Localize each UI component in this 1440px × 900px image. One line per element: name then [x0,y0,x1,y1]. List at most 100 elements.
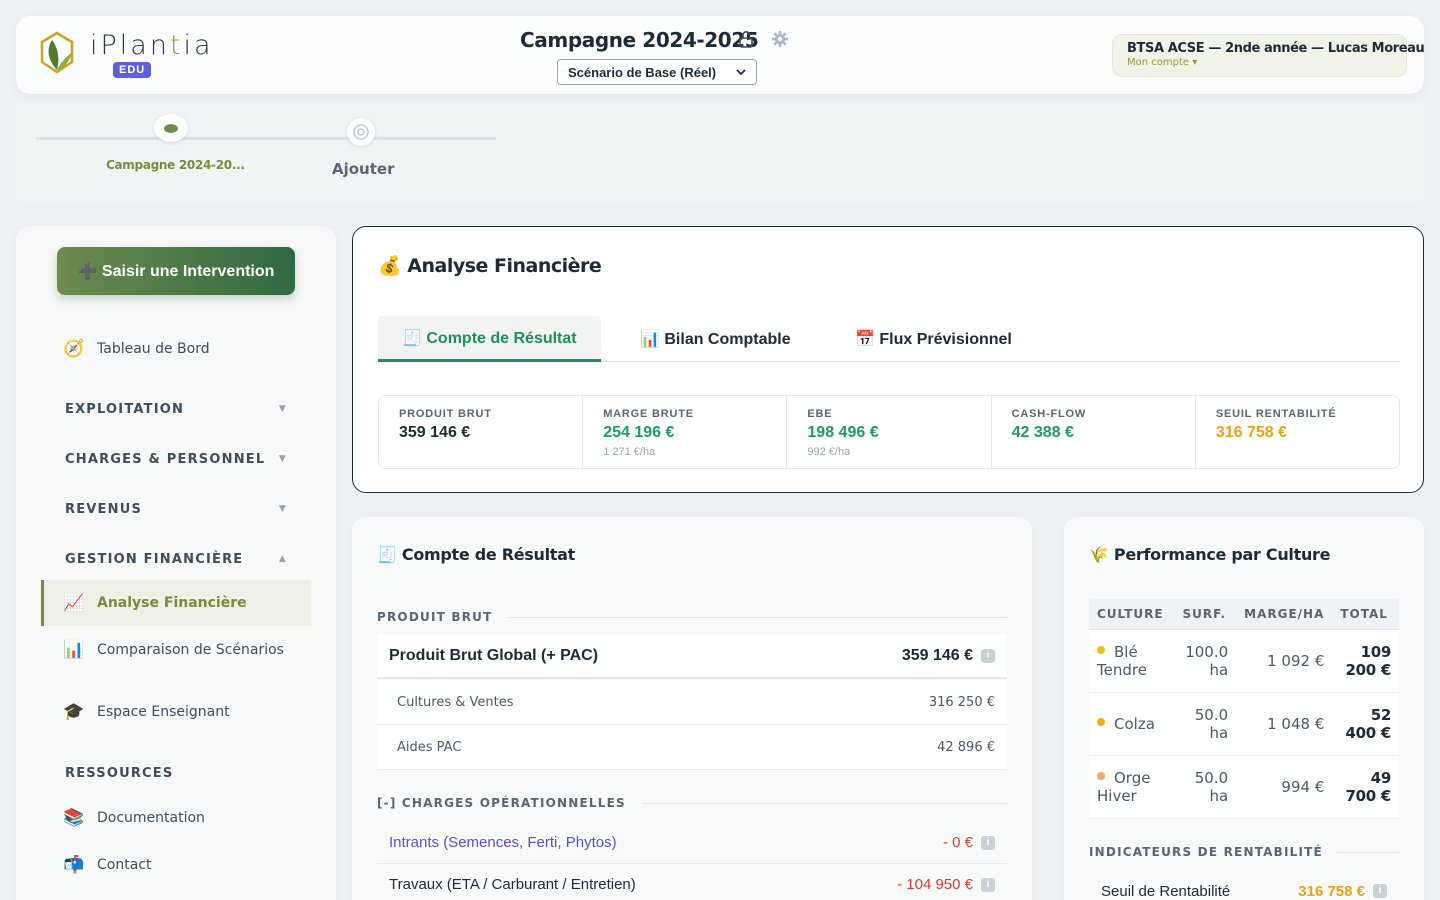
tab-compte-resultat[interactable]: 🧾 Compte de Résultat [378,316,601,362]
sidebar-item-enseignant[interactable]: 🎓 Espace Enseignant [41,689,311,735]
chart-up-icon: 📈 [63,593,85,613]
campaign-title: Campagne 2024-2025 [520,28,759,52]
row-intrants[interactable]: Intrants (Semences, Ferti, Phytos) - 0 €… [377,822,1007,864]
column-header: CULTURE [1089,599,1175,630]
financial-analysis-card: 💰 Analyse Financière 🧾 Compte de Résulta… [352,226,1424,493]
top-header: iPlantia EDU Campagne 2024-2025 Scénario… [16,16,1425,94]
sidebar-item-label: Tableau de Bord [97,341,210,357]
kpi-per-ha: 992 €/ha [807,446,851,458]
info-icon[interactable]: i [981,649,995,663]
chevron-down-icon: ▼ [278,404,287,414]
row-label: Travaux (ETA / Carburant / Entretien) [389,876,636,893]
surface-cell: 50.0 ha [1174,755,1237,819]
column-header: MARGE/HA [1236,599,1333,630]
kpi-value: 254 196 € [603,424,675,441]
add-target-icon [353,124,369,140]
sidebar-section-charges[interactable]: CHARGES & PERSONNEL ▼ [65,449,287,469]
margin-cell: 1 048 € [1236,692,1333,756]
timeline-track [36,137,496,140]
row-value: 359 146 € [901,647,973,664]
row-label: Produit Brut Global (+ PAC) [389,647,599,664]
app-logo[interactable]: iPlantia EDU [38,30,211,78]
kpi-value: 359 146 € [399,424,471,441]
sidebar: ➕ Saisir une Intervention 🧭 Tableau de B… [16,226,336,900]
intrants-link[interactable]: Intrants (Semences, Ferti, Phytos) [389,834,617,851]
page-title: 💰 Analyse Financière [378,255,602,277]
kpi-value: 198 496 € [807,424,879,441]
crop-color-dot [1097,718,1105,726]
info-icon[interactable]: i [981,877,995,892]
sidebar-item-dashboard[interactable]: 🧭 Tableau de Bord [41,326,311,372]
my-account-link[interactable]: Mon compte ▾ [1127,57,1392,68]
kpi-produit-brut: Produit Brut 359 146 € [379,396,584,468]
total-cell: 49 700 € [1332,755,1399,819]
sidebar-section-revenus[interactable]: REVENUS ▼ [65,499,287,519]
timeline-node-campaign[interactable] [154,114,188,142]
account-menu[interactable]: BTSA ACSE — 2nde année — Lucas Moreau Mo… [1112,34,1425,77]
sidebar-item-documentation[interactable]: 📚 Documentation [41,795,311,841]
timeline-node-add[interactable] [347,118,375,146]
compass-icon: 🧭 [63,339,85,359]
table-row: Orge Hiver 50.0 ha 994 € 49 700 € [1089,755,1399,819]
lock-open-icon[interactable] [738,30,754,48]
row-aides-pac: Aides PAC 42 896 € [377,725,1007,770]
bar-chart-icon: 📊 [63,640,85,660]
section-indicateurs: INDICATEURS DE RENTABILITÉ [1089,844,1399,860]
sidebar-item-label: Documentation [97,810,205,826]
gear-icon[interactable] [771,30,789,48]
chevron-down-icon [736,68,746,75]
kpi-label: Marge Brute [603,408,694,420]
add-intervention-button[interactable]: ➕ Saisir une Intervention [57,247,295,295]
row-label: Seuil de Rentabilité [1101,882,1231,900]
card-title: 🧾 Compte de Résultat [377,545,575,564]
kpi-marge-brute: Marge Brute 254 196 € 1 271 €/ha [583,396,788,468]
sidebar-section-gestion[interactable]: GESTION FINANCIÈRE ▲ [65,549,287,569]
sidebar-item-label: Espace Enseignant [97,704,230,720]
row-label: Aides PAC [397,739,462,755]
info-icon[interactable]: i [1373,884,1387,898]
kpi-label: EBE [807,408,833,420]
edu-badge: EDU [113,62,152,78]
kpi-value: 316 758 € [1215,424,1287,441]
table-header-row: CULTURE SURF. MARGE/HA TOTAL [1089,599,1399,630]
kpi-label: Produit Brut [399,408,492,420]
timeline-label-add[interactable]: Ajouter [332,160,394,178]
timeline-label-campaign[interactable]: Campagne 2024-20... [106,158,245,172]
kpi-cash-flow: Cash-Flow 42 388 € [992,396,1196,468]
tab-bilan-comptable[interactable]: 📊 Bilan Comptable [640,316,791,362]
chevron-down-icon: ▼ [278,454,287,464]
margin-cell: 994 € [1236,755,1333,819]
sidebar-item-comparaison[interactable]: 📊 Comparaison de Scénarios [41,627,311,673]
row-produit-global: Produit Brut Global (+ PAC) 359 146 € i [377,635,1007,679]
info-icon[interactable]: i [981,835,995,850]
sidebar-item-contact[interactable]: 📬 Contact [41,842,311,888]
crop-color-dot [1097,772,1105,780]
sidebar-item-label: Contact [97,857,152,873]
sidebar-item-label: Comparaison de Scénarios [97,642,284,658]
row-cultures-ventes: Cultures & Ventes 316 250 € [377,680,1007,725]
campaign-timeline: Campagne 2024-20... Ajouter [16,102,1424,202]
crop-name-cell: Orge Hiver [1089,755,1175,819]
row-travaux: Travaux (ETA / Carburant / Entretien) - … [377,864,1007,900]
crop-name-cell: Colza [1089,692,1175,756]
kpi-value: 42 388 € [1011,424,1074,441]
kpi-strip: Produit Brut 359 146 € Marge Brute 254 1… [378,395,1400,469]
graduation-cap-icon: 🎓 [63,702,85,722]
row-value: 42 896 € [937,739,995,755]
sidebar-item-analyse[interactable]: 📈 Analyse Financière [41,580,311,626]
row-value: - 0 € [942,834,973,851]
sidebar-section-exploitation[interactable]: EXPLOITATION ▼ [65,399,287,419]
kpi-per-ha: 1 271 €/ha [603,446,656,458]
row-value: - 104 950 € [897,876,973,893]
tab-flux-previsionnel[interactable]: 📅 Flux Prévisionnel [855,316,1012,362]
column-header: TOTAL [1332,599,1399,630]
crop-performance-table: CULTURE SURF. MARGE/HA TOTAL Blé Tendre … [1089,599,1399,819]
analysis-tabs: 🧾 Compte de Résultat 📊 Bilan Comptable 📅… [378,316,1400,362]
total-cell: 52 400 € [1332,692,1399,756]
crop-performance-card: 🌾 Performance par Culture CULTURE SURF. … [1064,517,1424,900]
mailbox-icon: 📬 [63,855,85,875]
scenario-select[interactable]: Scénario de Base (Réel) [557,59,757,85]
section-produit-brut: PRODUIT BRUT [377,609,1007,625]
section-charges-operationnelles[interactable]: [-] CHARGES OPÉRATIONNELLES [377,795,1007,811]
income-statement-card: 🧾 Compte de Résultat PRODUIT BRUT Produi… [352,517,1032,900]
